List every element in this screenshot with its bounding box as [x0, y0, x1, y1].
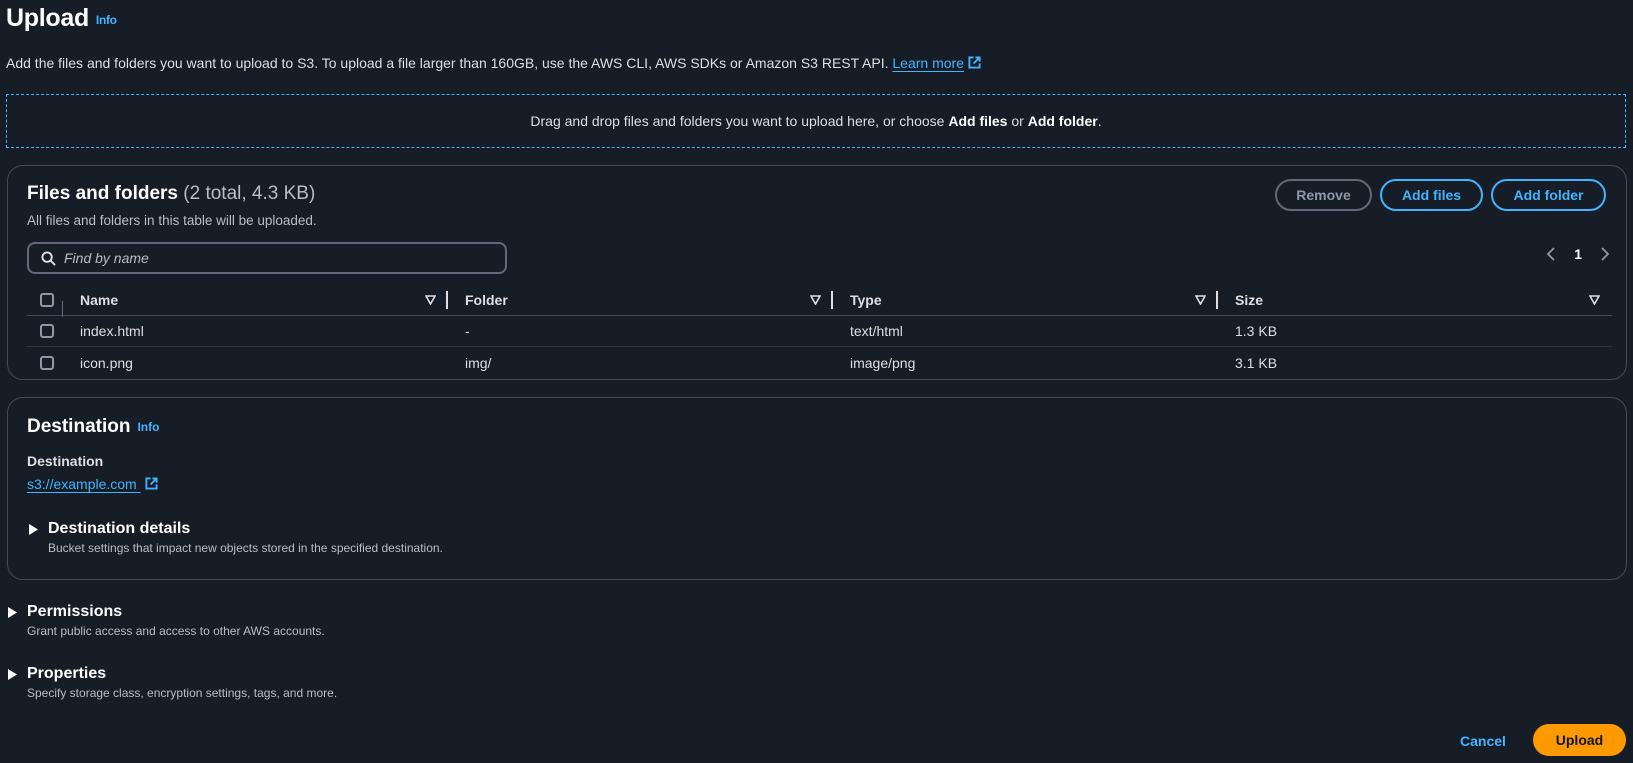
page-description: Add the files and folders you want to up…: [6, 55, 981, 71]
cell-type: text/html: [850, 323, 903, 339]
row-checkbox[interactable]: [40, 355, 54, 370]
destination-link[interactable]: s3://example.com: [27, 476, 158, 492]
caret-right-icon: [8, 607, 17, 618]
page-title: Upload: [6, 4, 89, 32]
files-panel-description: All files and folders in this table will…: [27, 213, 317, 228]
external-link-icon: [145, 477, 158, 490]
files-count: (2 total, 4.3 KB): [183, 183, 316, 204]
table-header-row: Name Folder Type Size: [27, 284, 1612, 317]
sort-icon[interactable]: [425, 294, 436, 305]
file-dropzone[interactable]: Drag and drop files and folders you want…: [6, 94, 1626, 148]
files-and-folders-panel: Files and folders (2 total, 4.3 KB) All …: [7, 165, 1627, 380]
files-title-text: Files and folders: [27, 183, 178, 204]
files-panel-heading: Files and folders (2 total, 4.3 KB) All …: [27, 183, 317, 228]
files-table: Name Folder Type Size index.html - text/…: [27, 284, 1612, 378]
learn-more-label: Learn more: [892, 55, 964, 71]
add-files-button[interactable]: Add files: [1380, 179, 1483, 211]
destination-panel-title: Destination Info: [27, 416, 159, 438]
destination-details-description: Bucket settings that impact new objects …: [48, 541, 443, 555]
remove-button[interactable]: Remove: [1275, 179, 1372, 211]
cell-type: image/png: [850, 354, 916, 371]
upload-button[interactable]: Upload: [1533, 724, 1626, 756]
properties-title: Properties: [27, 665, 107, 682]
sort-icon[interactable]: [1589, 294, 1600, 305]
cell-name: icon.png: [80, 354, 133, 371]
destination-info-link[interactable]: Info: [137, 420, 159, 434]
cell-size: 3.1 KB: [1235, 354, 1278, 371]
dropzone-add-folder: Add folder: [1027, 113, 1098, 129]
column-type-label: Type: [850, 291, 882, 308]
table-row[interactable]: index.html - text/html 1.3 KB: [27, 316, 1612, 347]
description-text: Add the files and folders you want to up…: [6, 55, 889, 71]
cell-folder: -: [465, 323, 470, 339]
caret-right-icon: [29, 524, 38, 535]
permissions-expander[interactable]: Permissions Grant public access and acce…: [8, 602, 325, 638]
destination-details-expander[interactable]: Destination details Bucket settings that…: [29, 519, 443, 555]
add-folder-button[interactable]: Add folder: [1491, 179, 1606, 211]
external-link-icon: [968, 56, 981, 69]
pagination: 1: [1546, 246, 1610, 262]
permissions-description: Grant public access and access to other …: [27, 624, 325, 638]
cancel-button[interactable]: Cancel: [1460, 733, 1506, 749]
destination-value: s3://example.com: [27, 476, 137, 492]
select-all-cell: [27, 292, 63, 317]
caret-right-icon: [8, 669, 17, 680]
dropzone-or: or: [1007, 113, 1028, 129]
destination-panel: Destination Info Destination s3://example…: [7, 397, 1627, 580]
dropzone-suffix: .: [1097, 113, 1102, 129]
column-name-label: Name: [80, 291, 119, 308]
column-header-folder[interactable]: Folder: [448, 284, 833, 315]
row-checkbox-cell: [27, 355, 63, 370]
dropzone-text: Drag and drop files and folders you want…: [530, 113, 1101, 129]
sort-icon[interactable]: [1195, 294, 1206, 305]
destination-label: Destination: [27, 453, 104, 469]
next-page-icon[interactable]: [1600, 247, 1610, 261]
table-row[interactable]: icon.png img/ image/png 3.1 KB: [27, 347, 1612, 378]
column-header-size[interactable]: Size: [1218, 284, 1612, 315]
row-checkbox-cell: [27, 324, 63, 338]
page-number[interactable]: 1: [1574, 246, 1582, 262]
dropzone-prefix: Drag and drop files and folders you want…: [530, 113, 949, 129]
column-header-type[interactable]: Type: [833, 284, 1218, 315]
dropzone-add-files: Add files: [948, 113, 1008, 129]
sort-icon[interactable]: [810, 294, 821, 305]
column-size-label: Size: [1235, 291, 1264, 308]
page-header: Upload Info: [6, 4, 117, 33]
properties-description: Specify storage class, encryption settin…: [27, 686, 338, 700]
cell-folder: img/: [465, 354, 492, 371]
cell-size: 1.3 KB: [1235, 323, 1278, 339]
destination-title-text: Destination: [27, 416, 131, 437]
select-all-checkbox[interactable]: [40, 292, 54, 307]
learn-more-link[interactable]: Learn more: [892, 55, 981, 71]
search-icon: [41, 250, 56, 266]
column-folder-label: Folder: [465, 291, 508, 308]
files-panel-title: Files and folders (2 total, 4.3 KB): [27, 183, 317, 205]
permissions-title: Permissions: [27, 603, 123, 620]
column-header-name[interactable]: Name: [63, 284, 448, 315]
properties-expander[interactable]: Properties Specify storage class, encryp…: [8, 664, 337, 700]
cell-name: index.html: [80, 323, 144, 339]
search-input[interactable]: [64, 250, 484, 266]
info-link[interactable]: Info: [96, 13, 117, 27]
destination-details-title: Destination details: [48, 520, 191, 537]
previous-page-icon[interactable]: [1546, 247, 1556, 261]
row-checkbox[interactable]: [40, 324, 54, 338]
search-field[interactable]: [27, 242, 507, 274]
